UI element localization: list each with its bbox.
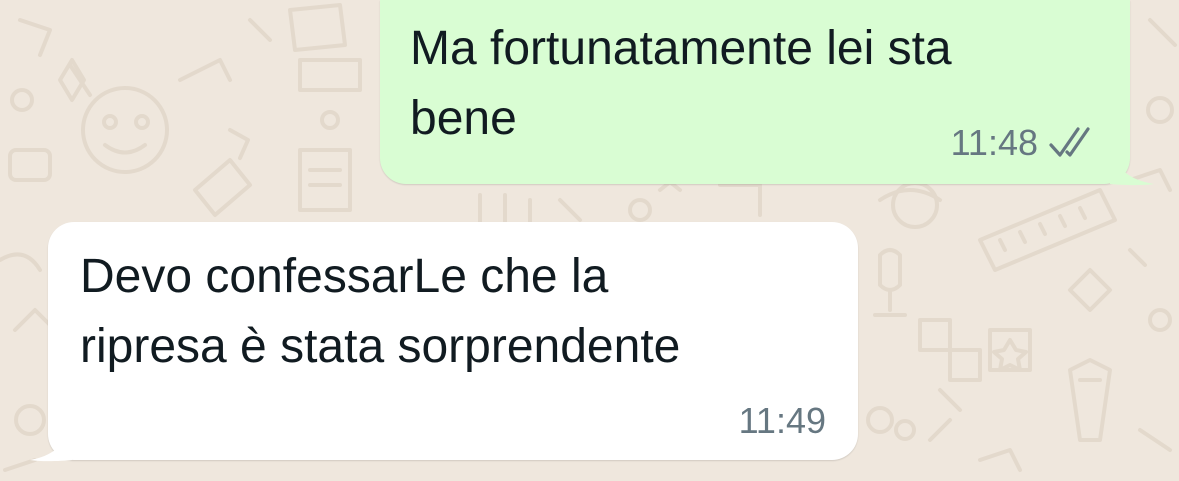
message-text: Devo confessarLe che la ripresa è stata s… bbox=[80, 242, 680, 382]
outgoing-bubble-tail bbox=[1110, 150, 1154, 186]
message-time: 11:48 bbox=[950, 122, 1038, 163]
message-line: Devo confessarLe che la bbox=[80, 250, 609, 303]
message-text: Ma fortunatamente lei sta bene bbox=[410, 14, 952, 154]
outgoing-message-bubble[interactable]: Ma fortunatamente lei sta bene 11:48 bbox=[380, 0, 1130, 184]
incoming-message-bubble[interactable]: Devo confessarLe che la ripresa è stata s… bbox=[48, 222, 858, 460]
double-check-icon bbox=[1049, 127, 1090, 157]
message-time: 11:49 bbox=[738, 400, 826, 441]
message-meta: 11:48 bbox=[951, 122, 1100, 164]
message-line: ripresa è stata sorprendente bbox=[80, 320, 681, 373]
message-meta: 11:49 bbox=[739, 400, 826, 442]
message-line: Ma fortunatamente lei sta bbox=[410, 22, 952, 75]
message-line: bene bbox=[410, 92, 517, 145]
incoming-bubble-tail bbox=[30, 426, 72, 462]
